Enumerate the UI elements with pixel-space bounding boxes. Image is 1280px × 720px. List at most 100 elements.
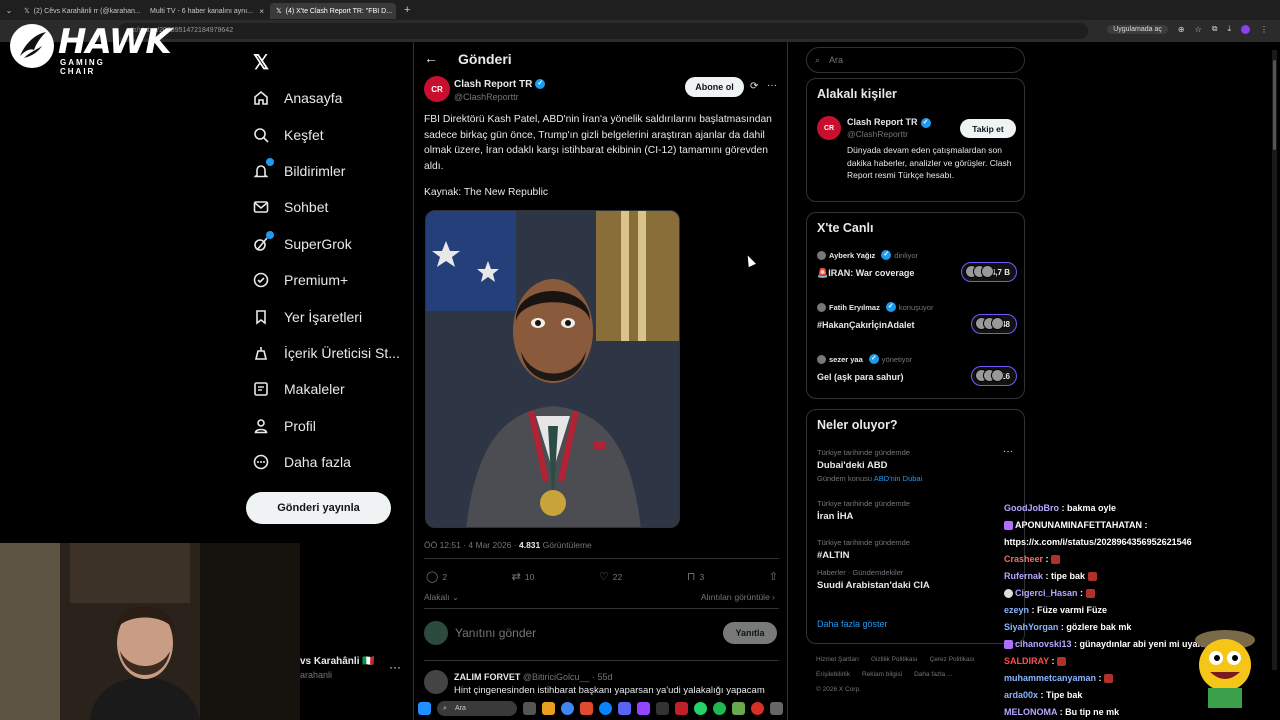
close-icon[interactable]: × <box>259 7 264 16</box>
edge-icon[interactable] <box>599 701 612 715</box>
reply-icon: ◯ <box>426 571 439 583</box>
folder-icon[interactable] <box>542 701 555 715</box>
extensions-icon[interactable]: ⧉ <box>1212 24 1218 34</box>
sidebar-item-creator-studio[interactable]: İçerik Üreticisi St... <box>252 335 412 371</box>
app-icon[interactable] <box>770 701 783 715</box>
back-arrow-icon[interactable]: ← <box>424 50 438 66</box>
footer-link[interactable]: Gizlilik Politikası <box>871 656 918 663</box>
footer-link[interactable]: Reklam bilgisi <box>862 671 902 678</box>
browser-tab[interactable]: Multi TV - 6 haber kanalını aynı... × <box>144 3 270 19</box>
more-icon[interactable]: ··· <box>1003 446 1013 457</box>
chrome-icon[interactable] <box>561 701 574 715</box>
live-space[interactable]: Fatih Eryılmaz ✓ konuşuyor #HakanÇakırİçin… <box>817 302 1017 334</box>
app-icon[interactable] <box>675 701 688 715</box>
author-avatar[interactable]: CR <box>424 76 450 102</box>
office-icon[interactable] <box>580 701 593 715</box>
sidebar-item-notifications[interactable]: Bildirimler <box>252 153 412 189</box>
person-icon <box>252 417 270 435</box>
x-logo-icon[interactable]: 𝕏 <box>253 50 269 75</box>
trend-item[interactable]: Türkiye tarihinde gündemde İran İHA <box>817 499 910 522</box>
sidebar-item-more[interactable]: Daha fazla <box>252 444 412 480</box>
new-tab-icon[interactable]: + <box>396 4 410 16</box>
notification-badge <box>266 157 274 166</box>
sidebar-item-home[interactable]: Anasayfa <box>252 80 412 116</box>
sidebar-item-supergrok[interactable]: SuperGrok <box>252 226 412 262</box>
tab-menu-icon[interactable]: ⌄ <box>0 6 18 15</box>
author-handle[interactable]: @ClashReporttr <box>454 92 519 102</box>
related-dropdown[interactable]: Alakalı ⌄ <box>424 592 459 603</box>
view-quotes-link[interactable]: Alıntıları görüntüle › <box>701 592 775 602</box>
sidebar-nav: Anasayfa Keşfet Bildirimler Sohbet Super… <box>252 80 412 480</box>
profile-icon[interactable] <box>1241 24 1250 34</box>
app-icon[interactable] <box>656 701 669 715</box>
repost-action[interactable]: ⇄ 10 <box>512 570 535 583</box>
browser-tab[interactable]: 𝕏(2) Cêvs Karahânli rr (@karahan...× <box>18 3 144 19</box>
reply-action[interactable]: ◯ 2 <box>426 570 447 583</box>
zoom-icon[interactable]: ⊕ <box>1178 25 1185 34</box>
reply-author-avatar[interactable] <box>424 670 448 694</box>
windows-start-icon[interactable] <box>418 701 431 715</box>
spotify-icon[interactable] <box>713 701 726 715</box>
url-field[interactable]: rttr/status/2028951472184979642 <box>118 23 1088 39</box>
person-name[interactable]: Clash Report TR ✓ <box>847 117 931 128</box>
sidebar-item-label: Premium+ <box>284 272 349 289</box>
more-icon[interactable]: ··· <box>767 80 777 91</box>
reply-input[interactable]: Yanıtını gönder <box>455 626 536 640</box>
share-action[interactable]: ⇧ <box>769 570 778 583</box>
search-icon <box>252 126 270 144</box>
trend-item[interactable]: Türkiye tarihinde gündemde #ALTIN <box>817 538 910 561</box>
taskview-icon[interactable] <box>523 701 536 715</box>
account-switcher[interactable]: vs Karahânli 🇮🇹 arahanli <box>300 656 375 680</box>
sidebar-item-chat[interactable]: Sohbet <box>252 189 412 225</box>
taskbar-search[interactable]: ⌕ Ara <box>437 700 517 716</box>
app-icon[interactable] <box>751 701 764 715</box>
post-text: FBI Direktörü Kash Patel, ABD'nin İran'a… <box>424 114 772 172</box>
browser-tab-active[interactable]: 𝕏(4) X'te Clash Report TR: "FBI D...× <box>270 3 396 19</box>
bookmark-action[interactable]: ⊓ 3 <box>687 570 704 583</box>
search-icon: ⌕ <box>443 704 447 712</box>
discord-icon[interactable] <box>618 701 631 715</box>
subscribe-button[interactable]: Abone ol <box>685 77 744 97</box>
sidebar-item-premium[interactable]: Premium+ <box>252 262 412 298</box>
show-more-link[interactable]: Daha fazla göster <box>817 619 888 629</box>
person-avatar[interactable]: CR <box>817 116 841 140</box>
scrollbar-thumb[interactable] <box>1273 60 1276 150</box>
post-time[interactable]: ÖÖ 12:51 · 4 Mar 2026 · <box>424 540 517 550</box>
footer-link[interactable]: Erişilebilirlik <box>816 671 850 678</box>
menu-icon[interactable]: ⋮ <box>1260 25 1268 34</box>
account-more-icon[interactable]: ··· <box>389 660 401 674</box>
post-button[interactable]: Gönderi yayınla <box>246 492 391 524</box>
grok-icon[interactable]: ⟳ <box>750 81 758 92</box>
live-card: X'te Canlı Ayberk Yağız ✓ dinliyor 🚨IRAN: … <box>806 212 1025 399</box>
star-icon[interactable]: ☆ <box>1195 25 1202 34</box>
footer-link[interactable]: Çerez Politikası <box>930 656 975 663</box>
search-input[interactable]: ⌕ Ara <box>806 47 1025 73</box>
sidebar-item-explore[interactable]: Keşfet <box>252 116 412 152</box>
download-icon[interactable]: ⤓ <box>1227 24 1231 34</box>
share-icon: ⇧ <box>768 571 778 583</box>
footer-link[interactable]: Hizmet Şartları <box>816 656 859 663</box>
author-name[interactable]: Clash Report TR ✓ <box>454 79 546 90</box>
person-handle[interactable]: @ClashReporttr <box>847 129 908 139</box>
sidebar-item-articles[interactable]: Makaleler <box>252 371 412 407</box>
twitch-icon[interactable] <box>637 701 650 715</box>
reply-author[interactable]: ZALIM FORVET @BitiriciGolcu__ · 55d <box>454 672 613 682</box>
follow-button[interactable]: Takip et <box>960 119 1016 138</box>
trend-item[interactable]: Türkiye tarihinde gündemde Dubai'deki AB… <box>817 448 922 483</box>
trend-item[interactable]: Haberler · Gündemdekiler Suudi Arabistan… <box>817 568 930 591</box>
like-action[interactable]: ♡ 22 <box>599 570 622 583</box>
emote-icon <box>1087 572 1097 582</box>
footer-link[interactable]: Daha fazla ... <box>914 671 952 678</box>
app-icon[interactable] <box>732 701 745 715</box>
sidebar-item-bookmarks[interactable]: Yer İşaretleri <box>252 298 412 334</box>
open-in-app-button[interactable]: Uygulamada aç <box>1107 24 1168 34</box>
live-space[interactable]: Ayberk Yağız ✓ dinliyor 🚨IRAN: War coverag… <box>817 250 1017 282</box>
sidebar-item-label: Daha fazla <box>284 454 351 471</box>
whatsapp-icon[interactable] <box>694 701 707 715</box>
like-count: 22 <box>612 571 623 582</box>
reply-button[interactable]: Yanıtla <box>723 622 777 644</box>
live-space[interactable]: sezer yaa ✓ yönetiyor Gel (aşk para sahur)… <box>817 354 1017 386</box>
notification-badge <box>266 230 274 239</box>
sidebar-item-profile[interactable]: Profil <box>252 408 412 444</box>
post-image[interactable] <box>425 210 680 528</box>
